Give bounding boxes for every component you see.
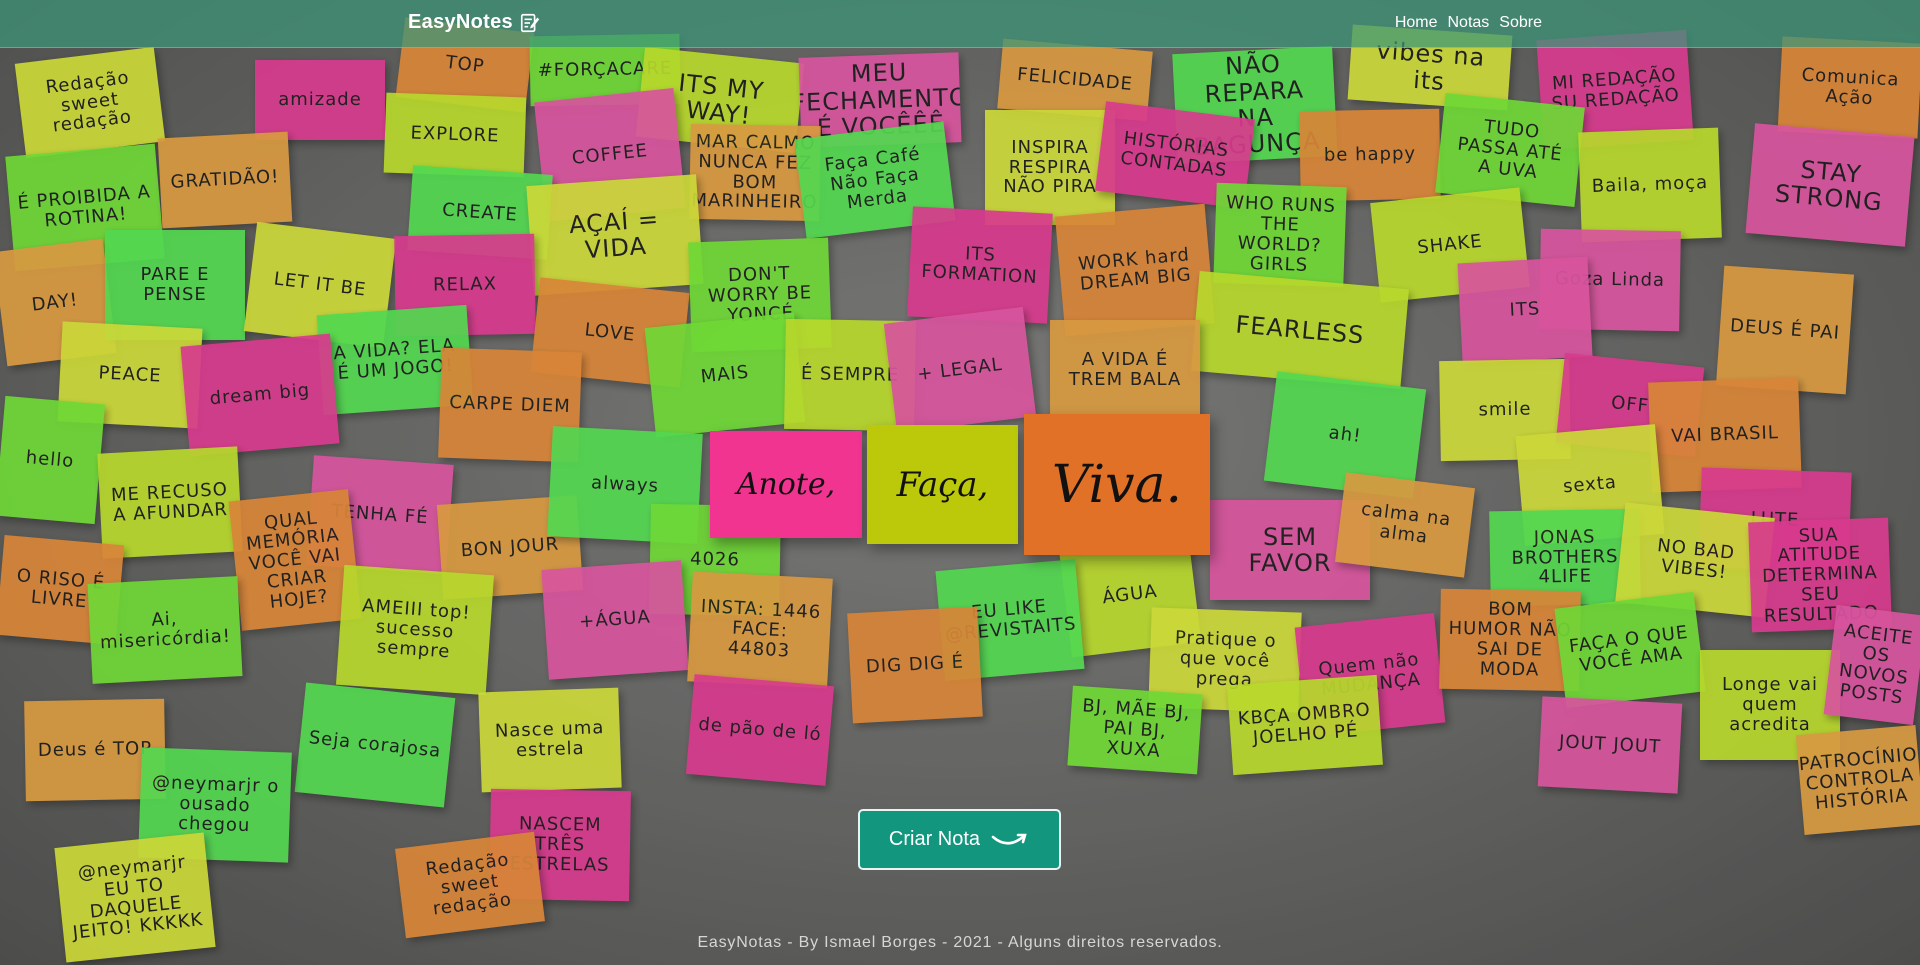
background-sticky-note: de pão de ló <box>685 674 835 786</box>
smile-arrow-icon <box>991 833 1027 845</box>
background-sticky-note: amizade <box>255 60 385 140</box>
background-sticky-note: Redação sweet redação <box>395 831 545 939</box>
background-sticky-note: BJ, MÃE BJ, PAI BJ, XUXA <box>1067 685 1203 775</box>
nav-links: Home Notas Sobre <box>1395 14 1542 32</box>
background-sticky-note: ITS <box>1457 256 1593 364</box>
background-sticky-note: Baila, moça <box>1578 127 1722 243</box>
background-sticky-note: dream big <box>180 333 340 457</box>
background-sticky-note: Nasce uma estrela <box>478 687 622 793</box>
background-sticky-note: Comunica Ação <box>1777 36 1920 139</box>
background-sticky-note: FEARLESS <box>1191 271 1409 389</box>
background-sticky-note: ME RECUSO A AFUNDAR <box>97 446 243 559</box>
background-sticky-note: Ai, misericórdia! <box>87 576 243 684</box>
footer-text: EasyNotas - By Ismael Borges - 2021 - Al… <box>697 934 1223 951</box>
background-sticky-note: Seja corajosa <box>294 682 456 808</box>
brand-link[interactable]: EasyNotes <box>408 11 541 34</box>
background-sticky-note: hello <box>0 395 106 525</box>
criar-nota-button[interactable]: Criar Nota <box>858 809 1061 870</box>
page-root: Redação sweet redação amizade TOP #FORÇACAR… <box>0 0 1920 965</box>
background-sticky-note: EXPLORE <box>383 92 527 178</box>
criar-nota-label: Criar Nota <box>888 828 981 850</box>
background-sticky-note: AÇAÍ = VIDA <box>526 174 704 296</box>
nav-link-notas[interactable]: Notas <box>1448 14 1490 32</box>
background-sticky-note: ACEITE OS NOVOS POSTS <box>1823 604 1920 726</box>
hero-note-viva: Viva. <box>1024 414 1210 555</box>
background-sticky-note: PATROCÍNIO CONTROLA HISTÓRIA <box>1795 724 1920 836</box>
background-sticky-note: KBÇA OMBRO JOELHO PÉ <box>1227 674 1383 776</box>
background-sticky-note: DEUS É PAI <box>1715 265 1855 395</box>
background-sticky-note: +ÁGUA <box>541 560 689 680</box>
background-sticky-note: A VIDA É TREM BALA <box>1050 320 1200 420</box>
background-sticky-note: AMEIII top! sucesso sempre <box>335 564 495 696</box>
brand-name: EasyNotes <box>408 11 513 33</box>
background-sticky-note: + LEGAL <box>883 306 1037 434</box>
background-sticky-note: FAÇA O QUE VOCÊ AMA <box>1554 591 1706 709</box>
nav-link-sobre[interactable]: Sobre <box>1499 14 1542 32</box>
background-sticky-note: INSTA: 1446 FACE: 44803 <box>687 571 833 689</box>
background-sticky-note: GRATIDÃO! <box>157 131 293 229</box>
background-sticky-note: DIG DIG É <box>847 606 983 724</box>
background-sticky-note: WORK hard DREAM BIG <box>1055 203 1215 337</box>
navbar: EasyNotes Home Notas Sobre <box>0 0 1920 48</box>
background-sticky-note: STAY STRONG <box>1745 123 1915 247</box>
notepad-pencil-icon <box>520 13 540 32</box>
background-sticky-note: JOUT JOUT <box>1537 696 1683 794</box>
hero-note-anote: Anote, <box>710 431 862 538</box>
background-sticky-note: PARE E PENSE <box>105 230 245 340</box>
background-sticky-note: INSPIRA RESPIRA NÃO PIRA <box>985 110 1115 225</box>
background-sticky-note: ITS FORMATION <box>907 206 1053 324</box>
background-sticky-note: Redação sweet redação <box>14 46 166 159</box>
background-sticky-note: calma na alma <box>1335 472 1475 578</box>
nav-link-home[interactable]: Home <box>1395 14 1438 32</box>
background-sticky-note: WHO RUNS THE WORLD? GIRLS <box>1213 182 1347 288</box>
background-sticky-note: MAIS <box>644 312 806 438</box>
hero-note-faca: Faça, <box>867 425 1018 544</box>
